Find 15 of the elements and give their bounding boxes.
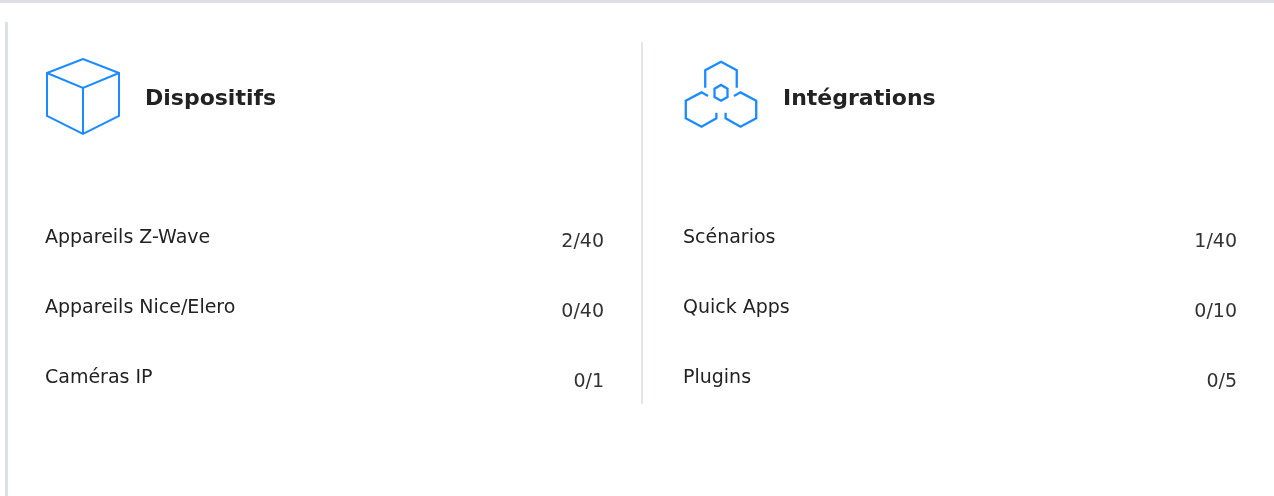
row-label: Appareils Z-Wave [45,224,211,249]
row-label: Plugins [683,364,752,389]
section-title: Dispositifs [145,83,277,112]
row-label: Appareils Nice/Elero [45,294,236,319]
row-label: Caméras IP [45,364,153,389]
cube-icon [45,58,121,136]
row-count: 0/1 [573,368,604,393]
row-count: 0/40 [561,298,604,323]
row-label: Scénarios [683,224,776,249]
row-label: Quick Apps [683,294,790,319]
row-count: 1/40 [1194,228,1237,253]
row-count: 0/5 [1206,368,1237,393]
section-title: Intégrations [783,83,936,112]
row-count: 0/10 [1194,298,1237,323]
row-count: 2/40 [561,228,604,253]
